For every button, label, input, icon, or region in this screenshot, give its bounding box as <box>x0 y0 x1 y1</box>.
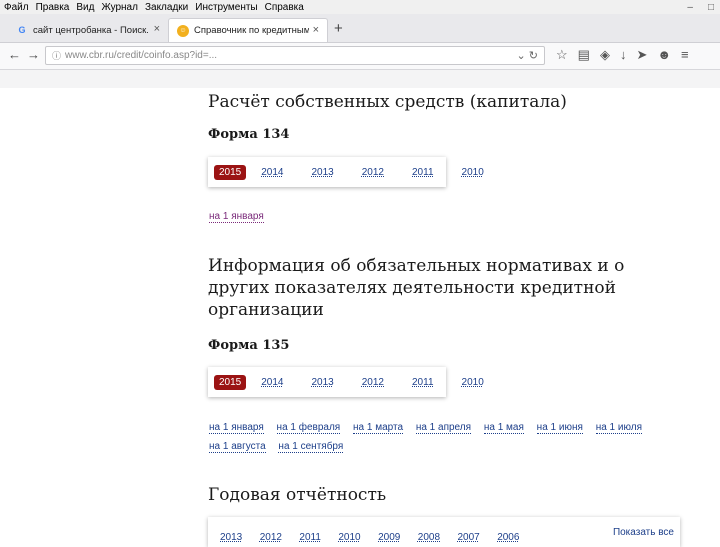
year-link[interactable]: 2011 <box>297 532 323 543</box>
dates-135-row2: на 1 августа на 1 сентября <box>209 441 353 453</box>
year-selector-134: 2015 2014 2013 2012 2011 2010 <box>208 157 484 187</box>
title-line: других показателях деятельности кредитно… <box>208 278 616 298</box>
date-link[interactable]: на 1 января <box>209 422 264 434</box>
date-link[interactable]: на 1 мая <box>483 422 524 434</box>
year-link[interactable]: 2008 <box>416 532 442 543</box>
date-link[interactable]: на 1 июля <box>595 422 643 434</box>
year-selector-135: 2015 2014 2013 2012 2011 2010 <box>208 367 484 397</box>
year-button[interactable]: 2015 <box>214 164 247 180</box>
year-link[interactable]: 2009 <box>376 532 402 543</box>
date-link[interactable]: на 1 апреля <box>415 422 472 434</box>
section-title-capital: Расчёт собственных средств (капитала) <box>208 92 567 112</box>
year-button[interactable]: 2012 <box>357 375 389 390</box>
year-link[interactable]: 2006 <box>495 532 521 543</box>
year-button[interactable]: 2014 <box>256 375 288 390</box>
year-button[interactable]: 2012 <box>357 165 389 180</box>
year-link[interactable]: 2010 <box>336 532 362 543</box>
year-button[interactable]: 2011 <box>407 165 439 180</box>
year-button[interactable]: 2013 <box>307 375 339 390</box>
year-button[interactable]: 2014 <box>256 165 288 180</box>
annual-years-selector: 2013 2012 2011 2010 2009 2008 2007 2006 … <box>208 517 680 547</box>
date-link[interactable]: на 1 сентября <box>278 441 344 453</box>
title-line: Информация об обязательных нормативах и … <box>208 256 625 276</box>
show-all-link[interactable]: Показать все <box>613 527 674 538</box>
year-button[interactable]: 2013 <box>307 165 339 180</box>
year-button[interactable]: 2010 <box>457 165 489 180</box>
year-link[interactable]: 2012 <box>258 532 284 543</box>
form-134-label: Форма 134 <box>208 127 290 142</box>
dates-134: на 1 января <box>209 211 274 223</box>
form-135-label: Форма 135 <box>208 338 290 353</box>
title-line: организации <box>208 300 324 320</box>
date-link[interactable]: на 1 февраля <box>276 422 341 434</box>
section-title-norms: Информация об обязательных нормативах и … <box>208 255 624 321</box>
year-link[interactable]: 2007 <box>455 532 481 543</box>
year-button[interactable]: 2011 <box>407 375 439 390</box>
page-content: Расчёт собственных средств (капитала) Фо… <box>0 0 720 547</box>
date-link[interactable]: на 1 марта <box>353 422 404 434</box>
year-link[interactable]: 2013 <box>218 532 244 543</box>
date-link[interactable]: на 1 июня <box>536 422 583 434</box>
dates-135-row1: на 1 января на 1 февраля на 1 марта на 1… <box>209 422 652 434</box>
year-button[interactable]: 2010 <box>457 375 489 390</box>
year-button[interactable]: 2015 <box>214 374 247 390</box>
section-title-annual: Годовая отчётность <box>208 485 387 505</box>
date-link[interactable]: на 1 января <box>209 211 264 223</box>
date-link[interactable]: на 1 августа <box>209 441 266 453</box>
